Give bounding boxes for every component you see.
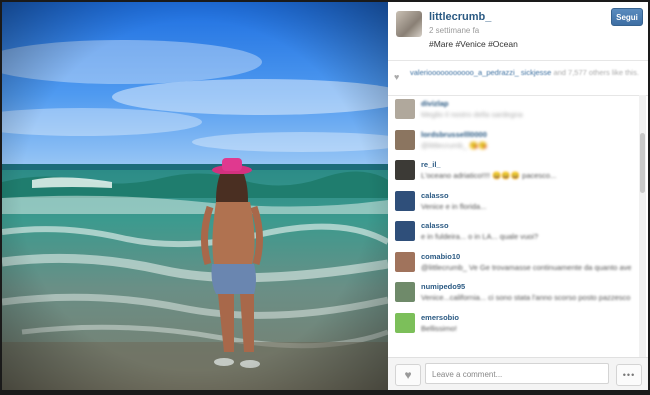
post-caption: #Mare #Venice #Ocean xyxy=(429,39,518,49)
comment-text: Meglio il nostro della sardegna xyxy=(421,110,523,119)
comment-scrollbar[interactable] xyxy=(639,95,646,359)
comment-text: Venice e in florida... xyxy=(421,201,487,211)
comment-item: lordsbrusselll0000 @littlecrumb_ 😘😘 xyxy=(388,126,636,157)
likes-others[interactable]: and 7,577 others like this. xyxy=(553,68,638,77)
comment-text: @littlecrumb_ Ve Ge trovamasse continuam… xyxy=(421,262,631,272)
comment-username[interactable]: lordsbrusselll0000 xyxy=(421,130,487,139)
avatar[interactable] xyxy=(396,11,422,37)
avatar[interactable] xyxy=(395,221,415,241)
comment-username[interactable]: calasso xyxy=(421,221,449,230)
comment-footer: ♥ Leave a comment... ••• xyxy=(388,357,648,390)
comment-text: Venice...california... ci sono stata l'a… xyxy=(421,293,631,302)
comment-item: comabio10 @littlecrumb_ Ve Ge trovamasse … xyxy=(388,248,636,279)
comment-username[interactable]: re_il_ xyxy=(421,160,441,169)
comment-username[interactable]: calasso xyxy=(421,191,449,200)
more-options-button[interactable]: ••• xyxy=(616,364,642,386)
avatar[interactable] xyxy=(395,312,415,333)
comment-username[interactable]: comabio10 xyxy=(421,252,460,261)
comment-item: calasso Venice e in florida... xyxy=(388,187,636,218)
likes-summary: ♥ valeriooooooooooo_a_pedrazzi_ sickjess… xyxy=(388,61,648,96)
comment-list: divizlap Meglio il nostro della sardegna l… xyxy=(388,95,636,359)
avatar[interactable] xyxy=(395,99,415,119)
comment-username[interactable]: numipedo95 xyxy=(421,282,465,291)
comment-item: numipedo95 Venice...california... ci sono… xyxy=(388,278,636,309)
comment-item: divizlap Meglio il nostro della sardegna xyxy=(388,95,636,126)
comment-username[interactable]: divizlap xyxy=(421,99,449,108)
comment-username[interactable]: emersobio xyxy=(421,313,459,322)
follow-button[interactable]: Segui xyxy=(611,8,643,26)
comment-text: Bellissimo! xyxy=(421,323,457,333)
post-photo[interactable] xyxy=(2,2,388,390)
likes-names[interactable]: valeriooooooooooo_a_pedrazzi_ sickjesse xyxy=(410,68,551,77)
post-username[interactable]: littlecrumb_ xyxy=(429,11,491,23)
comment-item: re_il_ L'oceano adriatico!!!! 😄😄😄 pacesco… xyxy=(388,156,636,187)
comment-text: @littlecrumb_ 😘😘 xyxy=(421,140,488,150)
scrollbar-thumb[interactable] xyxy=(640,133,645,193)
avatar[interactable] xyxy=(395,129,415,150)
avatar[interactable] xyxy=(395,160,415,180)
heart-icon: ♥ xyxy=(394,72,400,82)
comment-item: emersobio Bellissimo! xyxy=(388,309,636,340)
avatar[interactable] xyxy=(395,251,415,272)
comment-input[interactable]: Leave a comment... xyxy=(425,363,609,384)
comment-item: calasso e in fuldeira... o in LA... quale… xyxy=(388,217,636,248)
photo-viewer: littlecrumb_ 2 settimane fa #Mare #Venic… xyxy=(0,0,650,395)
avatar[interactable] xyxy=(395,190,415,211)
comment-text: L'oceano adriatico!!!! 😄😄😄 pacesco... xyxy=(421,171,557,180)
post-sidebar: littlecrumb_ 2 settimane fa #Mare #Venic… xyxy=(388,2,648,390)
post-timestamp[interactable]: 2 settimane fa xyxy=(429,26,479,35)
heart-icon: ♥ xyxy=(404,368,412,382)
comment-text: e in fuldeira... o in LA... quale vuoi? xyxy=(421,232,539,241)
like-button[interactable]: ♥ xyxy=(395,364,421,386)
avatar[interactable] xyxy=(395,282,415,302)
post-header: littlecrumb_ 2 settimane fa #Mare #Venic… xyxy=(388,2,648,61)
